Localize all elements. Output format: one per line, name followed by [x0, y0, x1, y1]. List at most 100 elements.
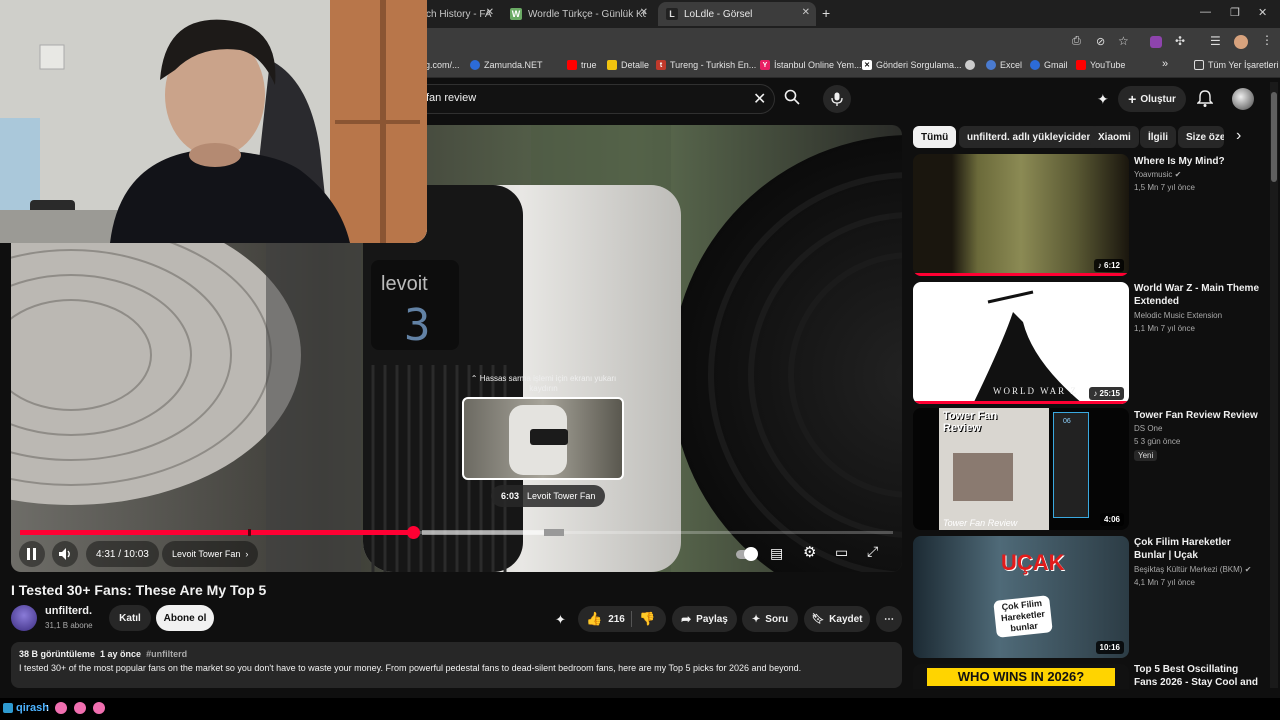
related-channel[interactable]: DS One: [1134, 424, 1162, 433]
fullscreen-icon[interactable]: ⤢: [867, 543, 878, 560]
browser-tab[interactable]: ch History - FA ✕: [418, 2, 500, 26]
browser-tab-active[interactable]: L LoLdle - Görsel ✕: [658, 2, 816, 26]
volume-button[interactable]: [52, 541, 78, 567]
chapter-button[interactable]: Levoit Tower Fan ›: [162, 541, 259, 567]
clear-search-icon[interactable]: ✕: [753, 89, 766, 109]
preview-time: 6:03: [501, 491, 520, 501]
close-window-icon[interactable]: ✕: [1258, 6, 1267, 19]
bookmark-youtube[interactable]: YouTube: [1076, 60, 1125, 70]
search-input[interactable]: fan review: [426, 92, 476, 104]
chip-related[interactable]: İlgili: [1140, 126, 1176, 148]
page-scrollbar[interactable]: [1270, 82, 1278, 688]
mic-button[interactable]: [823, 85, 851, 113]
share-label: Paylaş: [696, 613, 728, 625]
new-tab-button[interactable]: +: [822, 5, 830, 21]
all-bookmarks-folder[interactable]: Tüm Yer İşaretleri: [1194, 60, 1279, 70]
bookmark-item[interactable]: g.com/...: [425, 60, 460, 70]
share-button[interactable]: ➦ Paylaş: [672, 606, 737, 632]
description-box[interactable]: 38 B görüntüleme 1 ay önce #unfilterd I …: [11, 642, 902, 688]
subscribe-button[interactable]: Abone ol: [156, 605, 214, 631]
close-icon[interactable]: ✕: [802, 7, 810, 18]
close-icon[interactable]: ✕: [486, 7, 494, 18]
eye-off-icon[interactable]: ⊘: [1096, 35, 1105, 48]
related-channel[interactable]: Beşiktaş Kültür Merkezi (BKM) ✔: [1134, 565, 1251, 574]
bookmark-detalle[interactable]: Detalle: [607, 60, 649, 70]
related-thumbnail[interactable]: WHO WINS IN 2026?: [913, 664, 1129, 689]
thumbnail-display: 06: [1063, 418, 1071, 425]
related-thumbnail[interactable]: ♪ 6:12: [913, 154, 1129, 276]
bookmark-label: Zamunda.NET: [484, 60, 543, 70]
bookmark-icon: 🔖︎: [811, 613, 825, 625]
related-title[interactable]: Çok Filim Hareketler Bunlar | Uçak: [1134, 536, 1264, 562]
extension-icon[interactable]: [1150, 36, 1162, 48]
bookmark-excel[interactable]: Excel: [986, 60, 1022, 70]
channel-avatar[interactable]: [11, 605, 37, 631]
like-count[interactable]: 216: [608, 614, 625, 625]
puzzle-icon[interactable]: ✣: [1175, 34, 1185, 48]
bookmark-github[interactable]: [965, 60, 979, 70]
folder-icon: [1194, 60, 1204, 70]
chip-xiaomi[interactable]: Xiaomi: [1090, 126, 1139, 148]
ask-label: Soru: [765, 613, 789, 625]
related-thumbnail[interactable]: WORLD WAR Z ♪ 25:15: [913, 282, 1129, 404]
related-thumbnail[interactable]: UÇAK Çok Filim Hareketler bunlar 10:16: [913, 536, 1129, 658]
gemini-ask-icon[interactable]: ✦: [555, 612, 566, 628]
browser-tab[interactable]: W Wordle Türkçe - Günlük Kelime ✕: [502, 2, 654, 26]
theater-mode-icon[interactable]: ▭: [835, 544, 848, 561]
related-thumbnail[interactable]: Tower Fan Review 06 Tower Fan Review 4:0…: [913, 408, 1129, 530]
profile-avatar[interactable]: [1234, 35, 1248, 49]
more-bookmarks-button[interactable]: »: [1162, 58, 1168, 70]
like-dislike-group: 👍 216 👎: [578, 606, 666, 632]
bookmark-yemek[interactable]: Y İstanbul Online Yem...: [760, 60, 862, 70]
emote-icon: [93, 702, 105, 714]
badge-icon: [3, 703, 13, 713]
related-title[interactable]: World War Z - Main Theme Extended: [1134, 282, 1264, 308]
related-title[interactable]: Top 5 Best Oscillating Fans 2026 - Stay …: [1134, 663, 1264, 689]
chips-next-chevron-icon[interactable]: ›: [1236, 127, 1241, 145]
notifications-bell-icon[interactable]: [1196, 90, 1214, 113]
star-icon[interactable]: ☆: [1118, 34, 1129, 48]
autoplay-toggle[interactable]: [733, 545, 759, 563]
chip-for-you[interactable]: Size özel: [1178, 126, 1224, 148]
bookmark-tureng[interactable]: t Tureng - Turkish En...: [656, 60, 756, 70]
cast-icon[interactable]: ⎙: [1072, 35, 1081, 48]
account-avatar[interactable]: [1232, 88, 1254, 110]
search-icon[interactable]: [784, 89, 800, 110]
bookmark-gmail[interactable]: Gmail: [1030, 60, 1068, 70]
scrubber-handle[interactable]: [407, 526, 420, 539]
thumbs-up-icon[interactable]: 👍: [586, 611, 602, 627]
related-channel[interactable]: Melodic Music Extension: [1134, 311, 1222, 320]
chapter-divider: [248, 529, 251, 536]
bookmark-true[interactable]: true: [567, 60, 597, 70]
thumbs-down-icon[interactable]: 👎: [639, 611, 655, 627]
duration-badge: 4:06: [1099, 513, 1124, 526]
chip-from-uploader[interactable]: unfilterd. adlı yükleyiciden: [959, 126, 1101, 148]
settings-gear-icon[interactable]: ⚙: [803, 543, 816, 561]
thumbnail-text: Tower Fan Review: [943, 410, 998, 434]
chevron-up-icon: ⌃: [470, 374, 478, 383]
bookmark-zamunda[interactable]: Zamunda.NET: [470, 60, 543, 70]
close-icon[interactable]: ✕: [640, 7, 648, 18]
related-title[interactable]: Where Is My Mind?: [1134, 155, 1264, 168]
reading-list-icon[interactable]: ☰: [1210, 34, 1221, 48]
minimize-icon[interactable]: —: [1200, 6, 1211, 18]
gemini-icon[interactable]: ✦: [1097, 91, 1109, 108]
create-button[interactable]: + Oluştur: [1118, 86, 1186, 112]
captions-icon[interactable]: ▤: [770, 545, 783, 562]
menu-dots-icon[interactable]: ⋮: [1261, 33, 1273, 47]
hashtag-link[interactable]: #unfilterd: [146, 649, 187, 659]
bookmark-gonderi[interactable]: ✕ Gönderi Sorgulama...: [862, 60, 962, 70]
scrollbar-thumb[interactable]: [1271, 92, 1277, 182]
save-button[interactable]: 🔖︎ Kaydet: [804, 606, 870, 632]
maximize-icon[interactable]: ❐: [1230, 6, 1240, 19]
bookmark-label: Detalle: [621, 60, 650, 70]
channel-name[interactable]: unfilterd.: [45, 605, 92, 617]
tureng-icon: t: [656, 60, 666, 70]
related-title[interactable]: Tower Fan Review Review: [1134, 409, 1264, 422]
chip-all[interactable]: Tümü: [913, 126, 957, 148]
related-channel[interactable]: Yoavmusic ✔: [1134, 170, 1181, 179]
ask-button[interactable]: ✦ Soru: [742, 606, 798, 632]
pause-button[interactable]: [19, 541, 45, 567]
more-actions-button[interactable]: ⋯: [876, 606, 902, 632]
join-button[interactable]: Katıl: [109, 605, 151, 631]
